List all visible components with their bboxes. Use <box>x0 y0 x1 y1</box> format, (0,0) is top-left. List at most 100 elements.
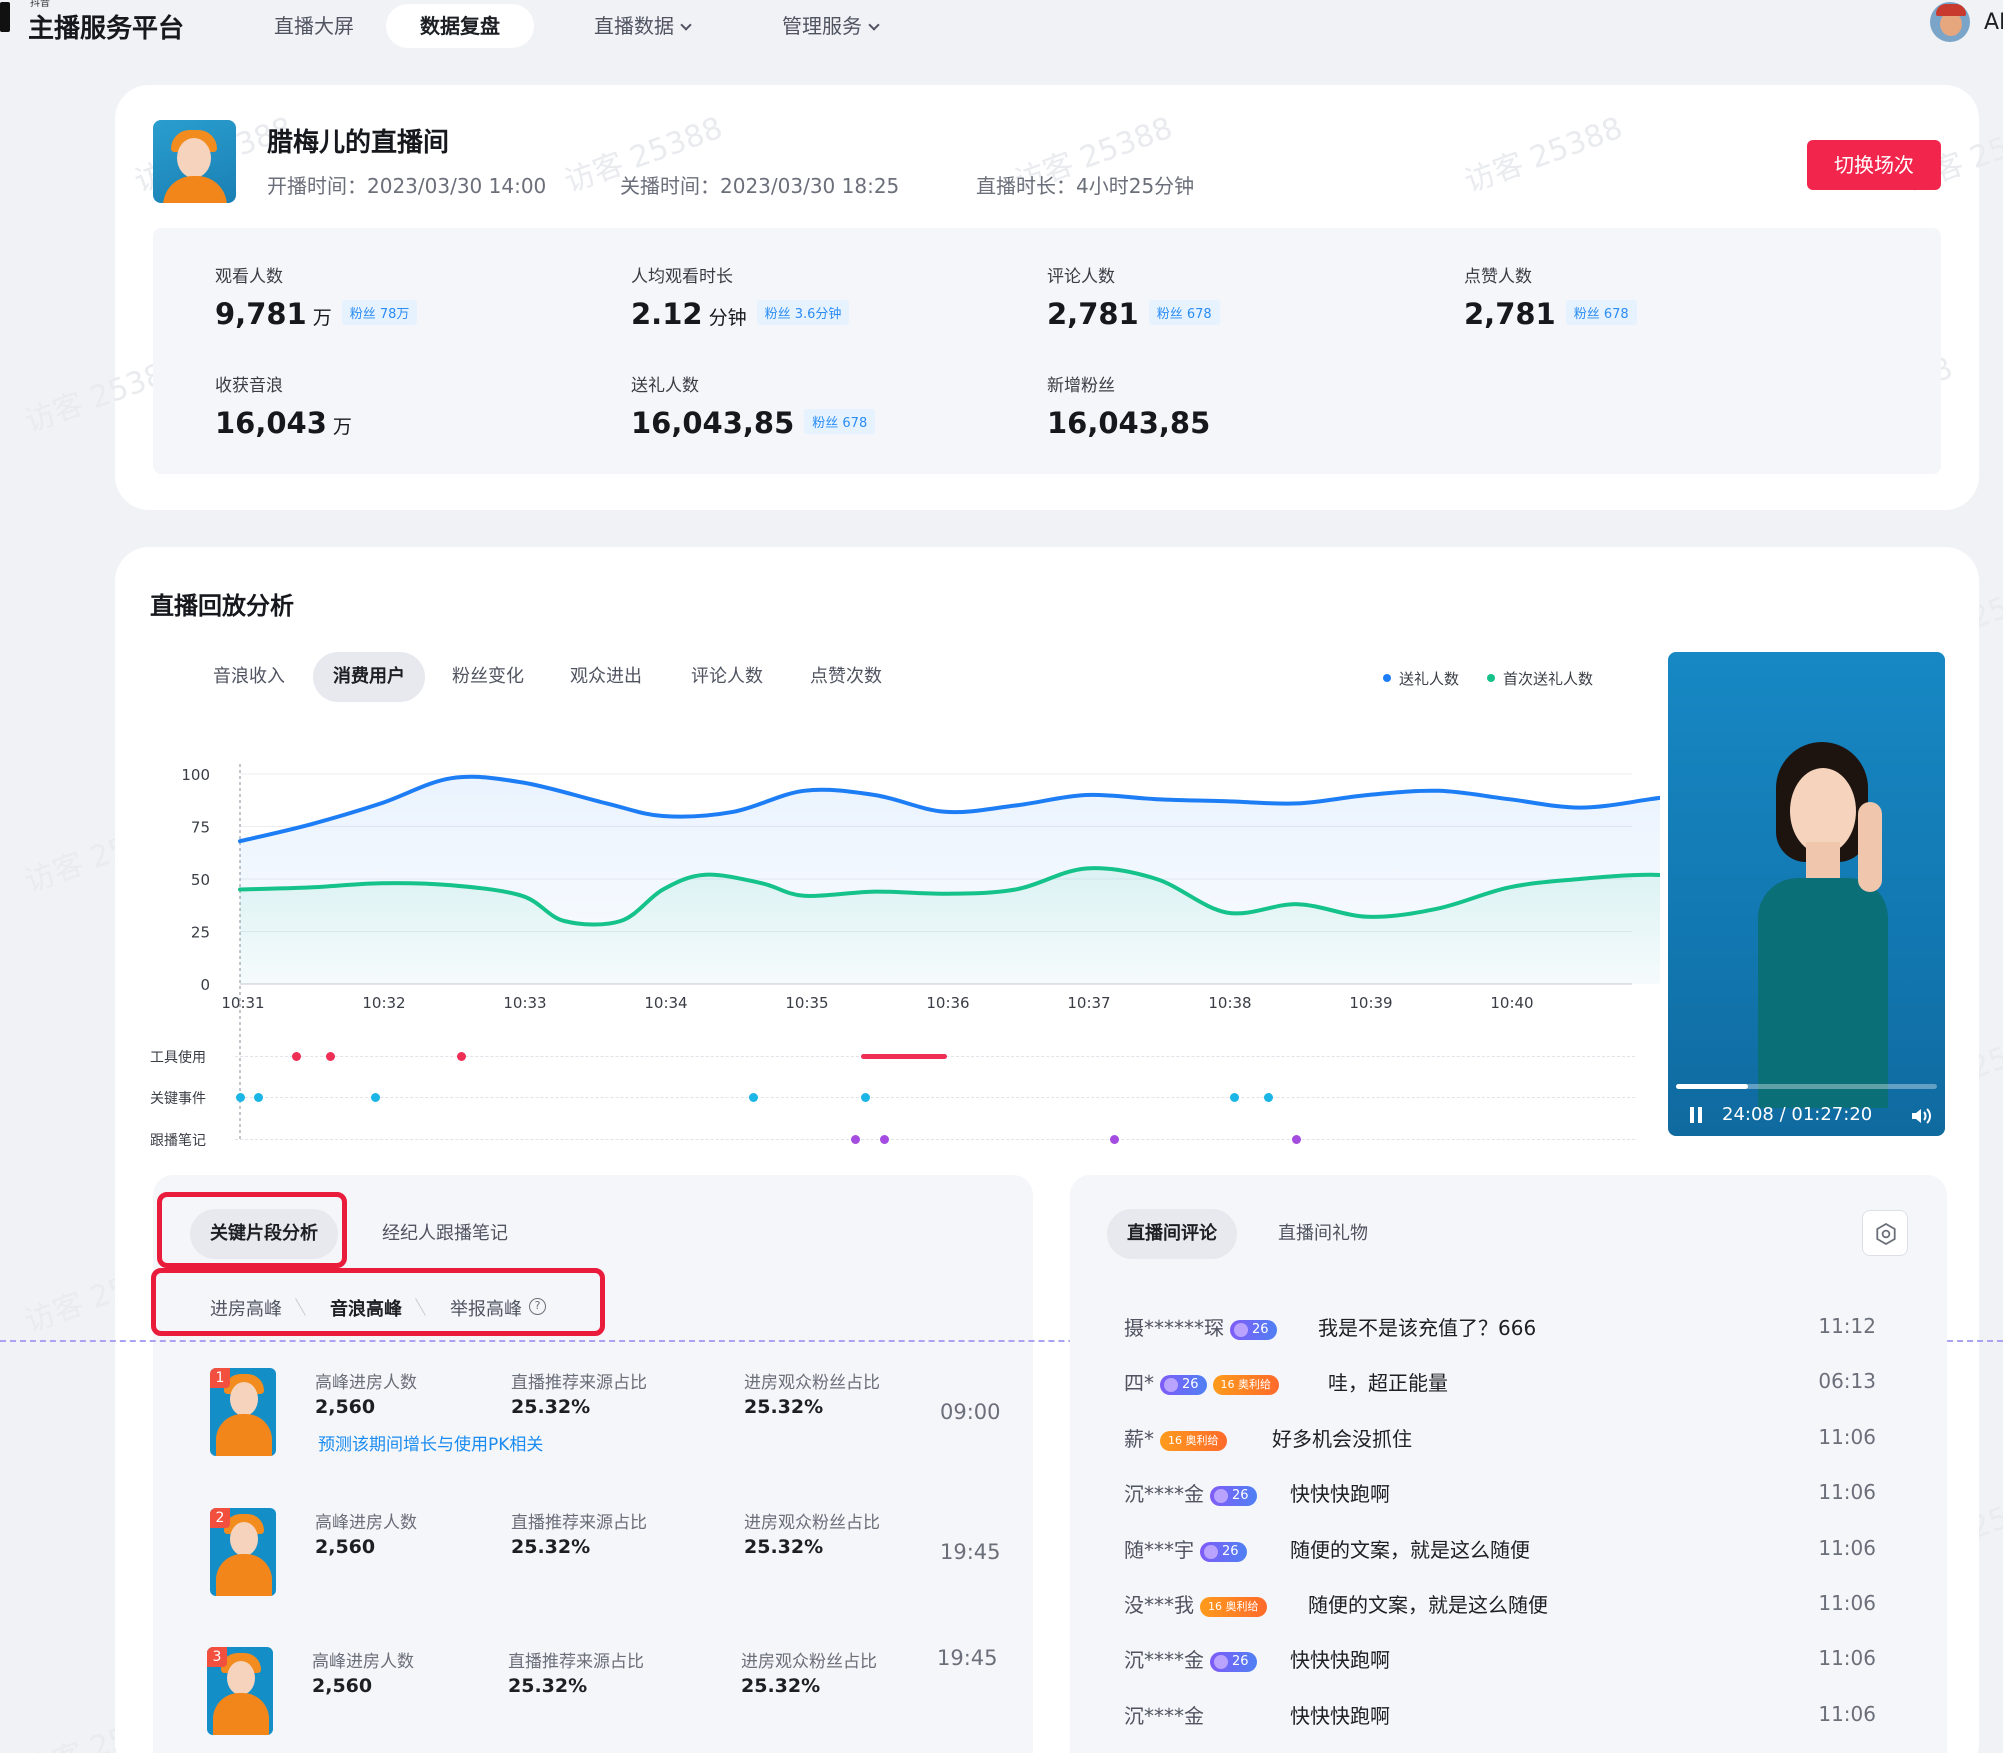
metric-unit: 分钟 <box>708 307 747 329</box>
lane-event-marker[interactable] <box>1230 1093 1240 1102</box>
tab-label: 评论人数 <box>691 666 763 687</box>
clip-time: 19:45 <box>937 1646 998 1670</box>
comment-username: 四* <box>1124 1371 1154 1396</box>
legend-dot <box>1383 674 1391 682</box>
brand-title[interactable]: 主播服务平台 <box>28 8 184 45</box>
video-progress-fill <box>1676 1084 1749 1089</box>
comment-row[interactable]: 摄******琛 26 我是不是该充值了？666 11:12 <box>1124 1312 1876 1342</box>
user-initials[interactable]: AI <box>1984 10 2003 35</box>
tab-chart-metric[interactable]: 评论人数 <box>671 652 783 702</box>
nav-item-data-review[interactable]: 数据复盘 <box>386 4 534 48</box>
clip-insight-note[interactable]: 预测该期间增长与使用PK相关 <box>318 1430 543 1455</box>
fan-badge: 粉丝 3.6分钟 <box>756 300 850 325</box>
clip-peak-value: 2,560 <box>312 1675 373 1697</box>
metric-label: 观看人数 <box>215 267 283 287</box>
clip-thumbnail[interactable]: 2 <box>210 1508 276 1596</box>
highlight-box-sub-tabs <box>151 1268 605 1336</box>
clip-fans-value: 25.32% <box>744 1396 824 1418</box>
pause-icon[interactable] <box>1690 1107 1704 1123</box>
lane-event-marker[interactable] <box>850 1135 860 1144</box>
lane-event-marker[interactable] <box>1292 1135 1302 1144</box>
lane-label: 关键事件 <box>150 1091 206 1107</box>
comment-row[interactable]: 随***宇 26 随便的文案，就是这么随便 11:06 <box>1124 1534 1876 1564</box>
comment-time: 11:06 <box>1818 1535 1876 1560</box>
user-level-badge: 26 <box>1160 1375 1207 1396</box>
tab-label: 直播间礼物 <box>1278 1223 1368 1244</box>
nav-item-dashboard[interactable]: 直播大屏 <box>240 4 388 48</box>
user-level-badge: 26 <box>1210 1652 1257 1673</box>
tab-chart-metric[interactable]: 粉丝变化 <box>432 652 544 702</box>
metric-value: 2,781 粉丝 678 <box>1464 297 1637 331</box>
comment-row[interactable]: 沉****金 26 快快快跑啊 11:06 <box>1124 1644 1876 1674</box>
tab-live-gifts[interactable]: 直播间礼物 <box>1258 1209 1388 1259</box>
clip-thumbnail[interactable]: 1 <box>210 1368 276 1456</box>
legend-dot <box>1487 674 1495 682</box>
comment-user: 沉****金 <box>1124 1700 1204 1729</box>
comment-row[interactable]: 四* 26 16 奥利给 哇，超正能量 06:13 <box>1124 1367 1876 1397</box>
switch-session-button[interactable]: 切换场次 <box>1807 140 1941 190</box>
nav-item-live-data[interactable]: 直播数据 <box>560 4 724 48</box>
tab-label: 消费用户 <box>333 666 405 687</box>
nav-item-management[interactable]: 管理服务 <box>748 4 912 48</box>
video-progress-track[interactable] <box>1676 1084 1937 1089</box>
comment-text: 好多机会没抓住 <box>1272 1426 1412 1451</box>
video-player[interactable]: 24:08 / 01:27:20 <box>1668 652 1945 1136</box>
volume-icon[interactable] <box>1910 1106 1932 1126</box>
comment-time: 11:06 <box>1818 1424 1876 1449</box>
tab-chart-metric[interactable]: 观众进出 <box>550 652 662 702</box>
user-avatar[interactable] <box>1930 2 1970 42</box>
comment-username: 沉****金 <box>1124 1703 1204 1728</box>
chevron-down-icon <box>868 19 880 31</box>
comment-username: 随***宇 <box>1124 1537 1194 1562</box>
x-tick-label: 10:39 <box>1349 994 1392 1012</box>
metric-value: 9,781 万粉丝 78万 <box>215 297 418 331</box>
clip-peak-label: 高峰进房人数 <box>315 1513 417 1533</box>
clip-rank-badge: 3 <box>207 1647 227 1667</box>
tab-label: 观众进出 <box>570 666 642 687</box>
tab-chart-metric[interactable]: 消费用户 <box>313 652 425 702</box>
metric-number: 2,781 <box>1047 297 1139 331</box>
comment-row[interactable]: 没***我 16 奥利给 随便的文案，就是这么随便 11:06 <box>1124 1589 1876 1619</box>
comment-row[interactable]: 薪* 16 奥利给 好多机会没抓住 11:06 <box>1124 1423 1876 1453</box>
replay-title: 直播回放分析 <box>150 592 294 620</box>
clip-peak-value: 2,560 <box>315 1536 376 1558</box>
settings-button[interactable] <box>1862 1210 1908 1256</box>
comment-time: 06:13 <box>1818 1369 1876 1394</box>
lane-event-marker[interactable] <box>1263 1093 1273 1102</box>
lane-event-marker[interactable] <box>860 1093 870 1102</box>
user-level-badge: 26 <box>1210 1486 1257 1507</box>
x-tick-label: 10:31 <box>221 994 264 1012</box>
tab-chart-metric[interactable]: 音浪收入 <box>193 652 305 702</box>
tab-live-comments[interactable]: 直播间评论 <box>1107 1209 1237 1259</box>
room-avatar <box>153 120 236 203</box>
tab-label: 点赞次数 <box>810 666 882 687</box>
clip-thumbnail[interactable]: 3 <box>207 1647 273 1735</box>
fan-club-badge: 16 奥利给 <box>1200 1597 1267 1617</box>
user-level-badge: 26 <box>1230 1320 1277 1340</box>
tab-chart-metric[interactable]: 点赞次数 <box>790 652 902 702</box>
nav-item-label: 直播数据 <box>594 14 674 38</box>
clip-peak-value: 2,560 <box>315 1396 376 1418</box>
lane-event-marker[interactable] <box>236 1093 245 1102</box>
comment-row[interactable]: 沉****金 快快快跑啊 11:06 <box>1124 1700 1876 1730</box>
comment-text: 随便的文案，就是这么随便 <box>1308 1593 1548 1617</box>
x-tick-label: 10:37 <box>1067 994 1110 1012</box>
x-tick-label: 10:32 <box>362 994 405 1012</box>
y-tick-label: 0 <box>200 976 210 994</box>
gear-icon <box>1876 1223 1896 1245</box>
tab-agent-notes[interactable]: 经纪人跟播笔记 <box>362 1209 528 1259</box>
clip-source-label: 直播推荐来源占比 <box>511 1373 647 1393</box>
y-tick-label: 100 <box>181 766 210 784</box>
comment-row[interactable]: 沉****金 26 快快快跑啊 11:06 <box>1124 1478 1876 1508</box>
tab-label: 直播间评论 <box>1127 1223 1217 1244</box>
comment-text: 快快快跑啊 <box>1290 1703 1390 1728</box>
y-tick-label: 50 <box>191 871 210 889</box>
tab-label: 经纪人跟播笔记 <box>382 1223 508 1244</box>
clip-rank-badge: 2 <box>210 1508 230 1528</box>
nav-item-label: 直播大屏 <box>274 14 354 38</box>
comment-text: 快快快跑啊 <box>1290 1648 1390 1673</box>
replay-line-chart[interactable]: 0 25 50 75 100 10:31 10:32 10:33 10:34 10:35 10:36… <box>140 740 1660 1140</box>
switch-session-label: 切换场次 <box>1834 153 1914 177</box>
tool-usage-range-bar[interactable] <box>860 1054 947 1059</box>
x-tick-label: 10:40 <box>1490 994 1533 1012</box>
